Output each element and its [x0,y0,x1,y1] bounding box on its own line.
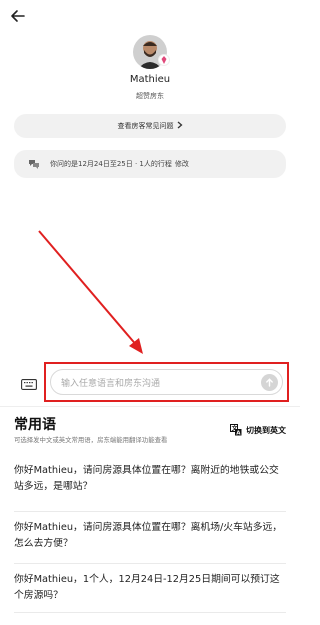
host-name: Mathieu [129,74,171,85]
chat-bubbles-icon [28,159,40,169]
inquiry-notice: 你问的是12月24日至25日 · 1人的行程 修改 [14,150,286,178]
host-badge: 超赞房东 [136,92,164,100]
keyboard-icon[interactable] [21,375,37,390]
section-divider [0,406,300,407]
send-button[interactable] [261,374,278,391]
superhost-badge-icon [158,54,170,66]
common-phrases-subtitle: 可选择发中文或英文常用语，房东端能用翻译功能查看 [14,436,168,444]
message-input[interactable]: 输入任意语言和房东沟通 [50,369,283,395]
phrase-item[interactable]: 你好Mathieu，请问房源具体位置在哪？离附近的地铁或公交站多远，是哪站？ [14,463,286,495]
svg-text:A: A [236,431,241,436]
inquiry-text: 你问的是12月24日至25日 · 1人的行程 [50,160,172,168]
translate-icon: 文 A [230,424,242,436]
phrase-item[interactable]: 你好Mathieu，请问房源具体位置在哪？离机场/火车站多远，怎么去方便？ [14,520,286,552]
back-arrow-icon[interactable] [8,6,28,26]
faq-button-label: 查看房客常见问题 [117,122,174,130]
message-input-placeholder: 输入任意语言和房东沟通 [61,378,161,389]
switch-to-english-button[interactable]: 文 A 切换到英文 [230,424,286,436]
edit-trip-link[interactable]: 修改 [175,159,189,169]
phrase-separator [14,563,286,564]
common-phrases-title: 常用语 [14,417,56,433]
chevron-right-icon [177,121,183,131]
switch-language-label: 切换到英文 [246,425,286,435]
input-highlight-frame: 输入任意语言和房东沟通 [44,362,289,402]
guest-faq-button[interactable]: 查看房客常见问题 [14,114,286,138]
phrase-item[interactable]: 你好Mathieu，1个人，12月24日-12月25日期间可以预订这个房源吗？ [14,572,286,604]
phrase-separator [14,511,286,512]
arrow-up-icon [266,378,273,387]
phrase-separator [14,612,286,613]
